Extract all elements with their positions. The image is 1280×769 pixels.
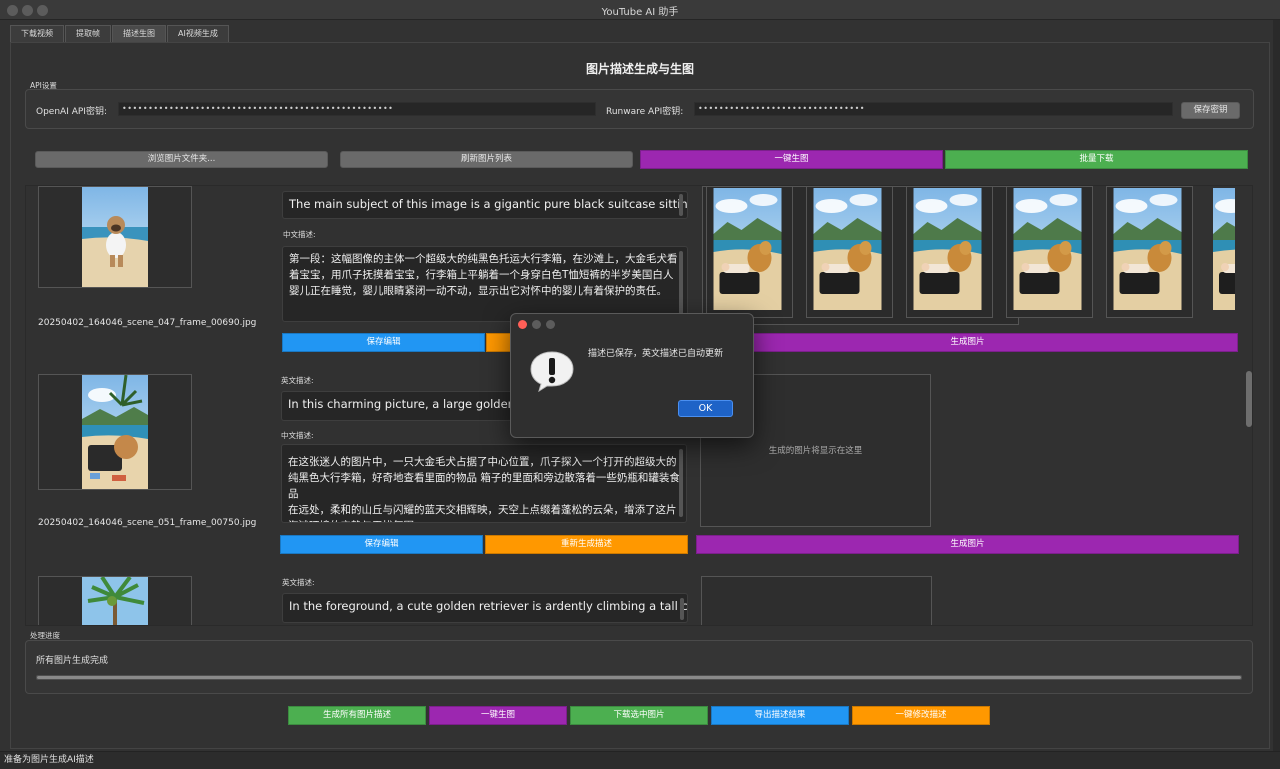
bottom-one-click-generate-button[interactable]: 一键生图 (429, 706, 567, 725)
row2-filename: 20250402_164046_scene_051_frame_00750.jp… (38, 518, 257, 528)
row2-thumbnail[interactable] (82, 375, 148, 489)
row2-chinese-description[interactable]: 在这张迷人的图片中，一只大金毛犬占据了中心位置，爪子探入一个打开的超级大的纯黑色… (281, 444, 687, 523)
dialog-zoom-button (546, 320, 555, 329)
row2-save-edit-button[interactable]: 保存编辑 (280, 535, 483, 554)
progress-bar (36, 675, 1242, 680)
window-title: YouTube AI 助手 (601, 7, 679, 18)
generated-image-5[interactable] (1113, 188, 1182, 310)
scrollbar[interactable] (679, 449, 683, 517)
list-scrollbar-thumb[interactable] (1246, 371, 1252, 427)
row2-regenerate-button[interactable]: 重新生成描述 (485, 535, 688, 554)
progress-group (25, 640, 1253, 694)
refresh-list-button[interactable]: 刷新图片列表 (340, 151, 633, 168)
generated-image-2[interactable] (813, 188, 882, 310)
scrollbar[interactable] (679, 194, 683, 216)
row1-chinese-description[interactable]: 第一段：这幅图像的主体一个超级大的纯黑色托运大行李箱，在沙滩上，大金毛犬看着宝宝… (282, 246, 688, 322)
tab-download-video[interactable]: 下载视频 (10, 25, 64, 42)
row3-english-description[interactable]: In the foreground, a cute golden retriev… (282, 593, 688, 623)
tab-describe-generate[interactable]: 描述生图 (112, 25, 166, 42)
row2-generate-image-button[interactable]: 生成图片 (696, 535, 1239, 554)
scrollbar[interactable] (680, 598, 684, 620)
batch-download-button[interactable]: 批量下载 (945, 150, 1248, 169)
browse-folder-button[interactable]: 浏览图片文件夹... (35, 151, 328, 168)
row3-generated-placeholder (701, 576, 932, 625)
scrollbar[interactable] (679, 251, 683, 317)
download-selected-button[interactable]: 下载选中图片 (570, 706, 708, 725)
progress-bar-fill (37, 676, 1241, 679)
dialog-message: 描述已保存，英文描述已自动更新 (588, 349, 724, 359)
row2-english-label: 英文描述: (281, 376, 314, 385)
page-title: 图片描述生成与生图 (585, 62, 694, 76)
generate-all-descriptions-button[interactable]: 生成所有图片描述 (288, 706, 426, 725)
export-descriptions-button[interactable]: 导出描述结果 (711, 706, 849, 725)
tab-bar: 下载视频 提取帧 描述生图 AI视频生成 (10, 25, 230, 42)
runware-key-input[interactable]: •••••••••••••••••••••••••••••••• (694, 102, 1173, 116)
progress-status-text: 所有图片生成完成 (36, 656, 109, 666)
window-edge (1273, 20, 1280, 751)
status-bar: 准备为图片生成AI描述 (0, 751, 1280, 769)
tab-ai-video[interactable]: AI视频生成 (167, 25, 229, 42)
row1-chinese-label: 中文描述: (283, 230, 316, 239)
row1-save-edit-button[interactable]: 保存编辑 (282, 333, 485, 352)
row1-english-description[interactable]: The main subject of this image is a giga… (282, 191, 688, 219)
generated-image-4[interactable] (1013, 188, 1082, 310)
row1-generate-image-button[interactable]: 生成图片 (697, 333, 1238, 352)
generated-image-6[interactable] (1213, 188, 1235, 310)
fix-all-descriptions-button[interactable]: 一键修改描述 (852, 706, 990, 725)
generated-image-3[interactable] (913, 188, 982, 310)
alert-icon (530, 351, 574, 392)
openai-key-input[interactable]: ••••••••••••••••••••••••••••••••••••••••… (118, 102, 596, 116)
save-key-button[interactable]: 保存密钥 (1181, 102, 1240, 119)
openai-key-label: OpenAI API密钥: (36, 107, 107, 117)
generated-image-1[interactable] (713, 188, 782, 310)
message-dialog: 描述已保存，英文描述已自动更新 OK (510, 313, 754, 438)
tab-extract-frames[interactable]: 提取帧 (65, 25, 111, 42)
row3-thumbnail[interactable] (82, 577, 148, 625)
row2-chinese-label: 中文描述: (281, 431, 314, 440)
one-click-generate-button[interactable]: 一键生图 (640, 150, 943, 169)
row1-thumbnail[interactable] (82, 187, 148, 287)
runware-key-label: Runware API密钥: (606, 107, 684, 117)
row2-chinese-description-text: 在这张迷人的图片中，一只大金毛犬占据了中心位置，爪子探入一个打开的超级大的纯黑色… (288, 456, 680, 522)
dialog-close-button[interactable] (518, 320, 527, 329)
dialog-ok-button[interactable]: OK (678, 400, 733, 417)
dialog-minimize-button (532, 320, 541, 329)
row1-filename: 20250402_164046_scene_047_frame_00690.jp… (38, 318, 257, 328)
row3-english-label: 英文描述: (282, 578, 315, 587)
